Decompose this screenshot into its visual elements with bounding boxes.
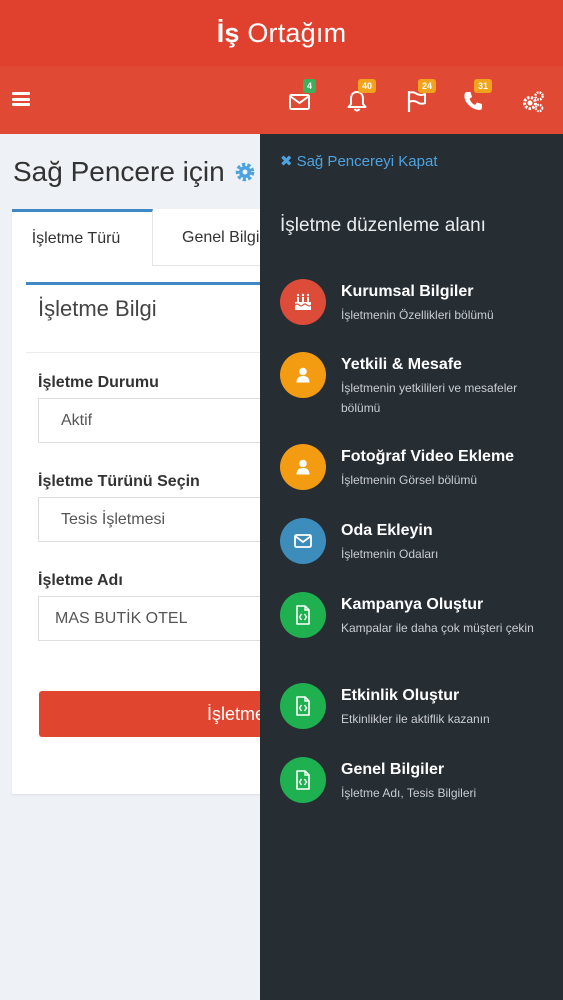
top-navbar: 4 40 24 31 xyxy=(0,66,563,134)
name-input[interactable]: MAS BUTİK OTEL xyxy=(38,596,272,641)
type-label: İşletme Türünü Seçin xyxy=(38,473,200,490)
sidebar-item-title: Etkinlik Oluştur xyxy=(341,687,460,704)
birthday-cake-icon xyxy=(280,279,326,325)
bell-icon[interactable]: 40 xyxy=(344,79,376,114)
flag-icon[interactable]: 24 xyxy=(404,79,436,114)
cogs-icon[interactable] xyxy=(520,88,544,114)
status-select[interactable]: Aktif xyxy=(38,398,272,443)
sidebar-item-title: Fotoğraf Video Ekleme xyxy=(341,448,515,465)
sidebar-item-subtitle: İşletmenin Odaları xyxy=(341,547,439,561)
panel-divider xyxy=(26,352,272,353)
tab-general-info[interactable]: Genel Bilgi xyxy=(182,209,259,266)
status-label: İşletme Durumu xyxy=(38,374,159,391)
sidebar-item-title: Genel Bilgiler xyxy=(341,761,445,778)
right-sidebar: ✖ Sağ Pencereyi Kapat İşletme düzenleme a… xyxy=(260,134,563,1000)
sidebar-item-subtitle: İşletmenin Görsel bölümü xyxy=(341,473,478,487)
sidebar-item-title: Yetkili & Mesafe xyxy=(341,356,462,373)
sidebar-item-campaign[interactable]: Kampanya Oluştur Kampalar ile daha çok m… xyxy=(280,592,560,652)
panel-title: İşletme Bilgi xyxy=(38,296,157,321)
phone-icon[interactable]: 31 xyxy=(460,79,492,114)
bell-badge: 40 xyxy=(358,79,376,93)
flag-badge: 24 xyxy=(418,79,436,93)
tab-business-type[interactable]: İşletme Türü xyxy=(12,209,153,266)
type-select[interactable]: Tesis İşletmesi xyxy=(38,497,272,542)
file-code-icon xyxy=(280,683,326,729)
tab-bar: İşletme Türü Genel Bilgi xyxy=(12,209,272,266)
sidebar-item-corporate-info[interactable]: Kurumsal Bilgiler İşletmenin Özellikleri… xyxy=(280,279,560,339)
file-code-icon xyxy=(280,592,326,638)
business-form-card: İşletme Türü Genel Bilgi İşletme Bilgi İ… xyxy=(12,209,272,794)
envelope-badge: 4 xyxy=(303,79,316,93)
file-code-icon xyxy=(280,757,326,803)
close-icon: ✖ xyxy=(280,153,293,170)
sidebar-item-photo-video[interactable]: Fotoğraf Video Ekleme İşletmenin Görsel … xyxy=(280,444,560,504)
sidebar-item-title: Oda Ekleyin xyxy=(341,522,433,539)
sidebar-item-rooms[interactable]: Oda Ekleyin İşletmenin Odaları xyxy=(280,518,560,578)
sidebar-item-authorized-distance[interactable]: Yetkili & Mesafe İşletmenin yetkilileri … xyxy=(280,352,560,415)
business-info-panel: İşletme Bilgi İşletme Durumu Aktif İşlet… xyxy=(26,282,272,782)
sidebar-item-event[interactable]: Etkinlik Oluştur Etkinlikler ile aktifli… xyxy=(280,683,560,743)
hamburger-menu-icon[interactable] xyxy=(12,92,30,106)
sidebar-item-subtitle: İşletmenin Özellikleri bölümü xyxy=(341,308,494,322)
page-title: Sağ Pencere için xyxy=(13,156,257,191)
brand-title[interactable]: İş Ortağım xyxy=(217,18,347,49)
sidebar-item-subtitle: İşletme Adı, Tesis Bilgileri xyxy=(341,786,477,800)
envelope-icon xyxy=(280,518,326,564)
sidebar-item-general-info[interactable]: Genel Bilgiler İşletme Adı, Tesis Bilgil… xyxy=(280,757,560,817)
sidebar-item-subtitle: Etkinlikler ile aktiflik kazanın xyxy=(341,712,490,726)
sidebar-title: İşletme düzenleme alanı xyxy=(280,215,486,236)
envelope-icon[interactable]: 4 xyxy=(287,79,316,114)
sidebar-item-title: Kampanya Oluştur xyxy=(341,596,484,613)
sidebar-item-subtitle: Kampalar ile daha çok müşteri çekin xyxy=(341,621,534,635)
phone-badge: 31 xyxy=(474,79,492,93)
user-icon xyxy=(280,444,326,490)
gear-icon[interactable] xyxy=(233,159,257,191)
sidebar-item-title: Kurumsal Bilgiler xyxy=(341,283,474,300)
name-label: İşletme Adı xyxy=(38,572,123,589)
submit-button[interactable]: İşletme xyxy=(39,691,272,737)
close-sidebar-link[interactable]: ✖ Sağ Pencereyi Kapat xyxy=(280,152,438,170)
user-icon xyxy=(280,352,326,398)
sidebar-item-subtitle: İşletmenin yetkilileri ve mesafeler bölü… xyxy=(341,381,518,415)
brand-header: İş Ortağım xyxy=(0,0,563,66)
